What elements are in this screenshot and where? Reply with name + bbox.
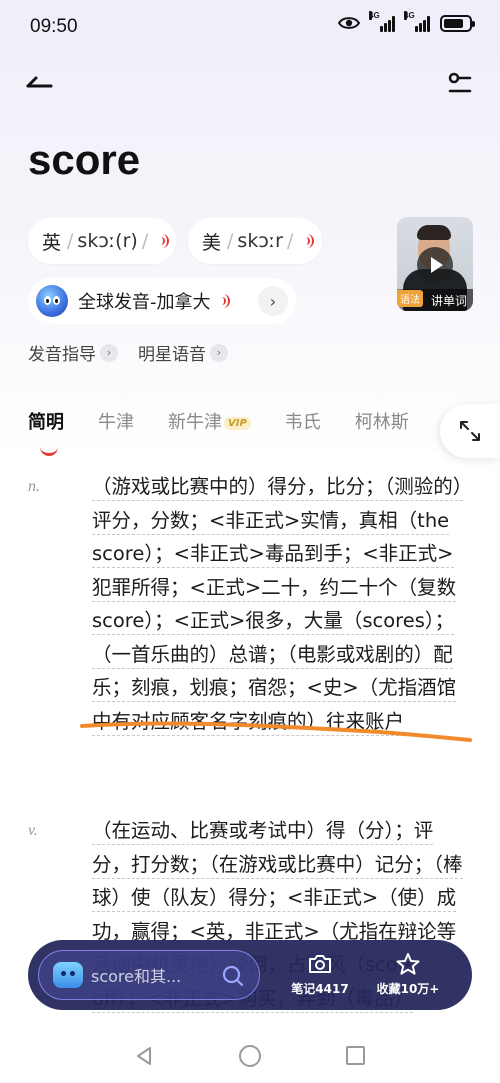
search-placeholder: score和其... — [91, 967, 182, 986]
pos-verb: v. — [28, 822, 38, 839]
speaker-icon — [219, 294, 231, 308]
definition-text: （游戏或比赛中的）得分，比分；（测验的）评分，分数；<非正式>实情，真相（the… — [92, 475, 463, 736]
nav-home-icon[interactable] — [239, 1045, 261, 1067]
ai-search-field[interactable]: score和其... — [38, 950, 260, 1000]
pron-us-ipa: skɔːr — [237, 230, 283, 252]
dictionary-tabs: 简明 牛津 新牛津 VIP 韦氏 柯林斯 — [28, 408, 409, 456]
sliders-icon — [448, 72, 472, 93]
pron-us-button[interactable]: 美 / skɔːr / — [188, 218, 322, 264]
battery-icon — [440, 14, 475, 32]
signal-icon-2: 4G — [404, 11, 430, 32]
signal-icon-1: 4G — [369, 11, 395, 32]
pron-guide-link[interactable]: 发音指导 › — [28, 340, 118, 365]
pron-links: 发音指导 › 明星语音 › — [28, 340, 228, 365]
expand-button[interactable] — [440, 404, 500, 458]
global-pron-button[interactable]: 全球发音-加拿大 › — [28, 278, 296, 324]
chevron-right-icon[interactable]: › — [258, 286, 288, 316]
tab-new-oxford[interactable]: 新牛津 VIP — [168, 408, 251, 434]
tab-concise[interactable]: 简明 — [28, 408, 64, 456]
definition-noun: （游戏或比赛中的）得分，比分；（测验的）评分，分数；<非正式>实情，真相（the… — [92, 470, 464, 738]
headword: score — [28, 136, 141, 183]
tab-webster[interactable]: 韦氏 — [285, 408, 321, 434]
search-icon — [222, 965, 244, 987]
status-bar: 09:50 4G 4G — [0, 0, 500, 58]
global-pron-label: 全球发音-加拿大 — [78, 292, 211, 313]
speaker-icon — [158, 234, 169, 248]
nav-recent-icon[interactable] — [346, 1046, 365, 1065]
eye-icon — [338, 17, 360, 29]
back-button[interactable] — [22, 66, 58, 96]
vip-badge: VIP — [224, 417, 251, 430]
globe-mascot-icon — [36, 285, 68, 317]
pron-us-lang: 美 — [202, 231, 222, 254]
system-nav-bar — [0, 1028, 500, 1083]
favorite-label: 收藏10万+ — [376, 982, 440, 996]
pron-uk-button[interactable]: 英 / skɔː(r) / — [28, 218, 176, 264]
pron-uk-ipa: skɔː(r) — [77, 230, 138, 252]
notes-button[interactable]: 笔记4417 — [280, 952, 360, 997]
status-icons: 4G 4G — [338, 11, 475, 32]
tab-oxford[interactable]: 牛津 — [98, 408, 134, 434]
pos-noun: n. — [28, 478, 40, 495]
chevron-right-icon: › — [100, 343, 118, 362]
expand-icon — [460, 421, 480, 441]
status-time: 09:50 — [30, 16, 78, 37]
camera-note-icon — [309, 955, 331, 973]
highlight-stroke — [80, 721, 472, 742]
nav-back-icon[interactable] — [134, 1046, 154, 1066]
favorite-button[interactable]: 收藏10万+ — [368, 952, 448, 997]
celebrity-voice-link[interactable]: 明星语音 › — [138, 340, 228, 365]
speaker-icon — [303, 234, 313, 248]
pron-uk-lang: 英 — [42, 231, 62, 254]
notes-label: 笔记4417 — [291, 982, 349, 996]
settings-button[interactable] — [440, 64, 480, 104]
chevron-right-icon: › — [210, 343, 228, 362]
bottom-action-bar: score和其... 笔记4417 收藏10万+ — [28, 940, 472, 1010]
word-video-thumbnail[interactable]: 讲单词 语法 — [397, 217, 473, 311]
video-tag: 语法 — [397, 290, 423, 307]
ai-mascot-icon — [53, 962, 83, 988]
tab-collins[interactable]: 柯林斯 — [355, 408, 409, 434]
back-arrow-icon — [26, 76, 53, 88]
star-icon — [396, 953, 420, 975]
play-icon[interactable] — [417, 247, 453, 283]
